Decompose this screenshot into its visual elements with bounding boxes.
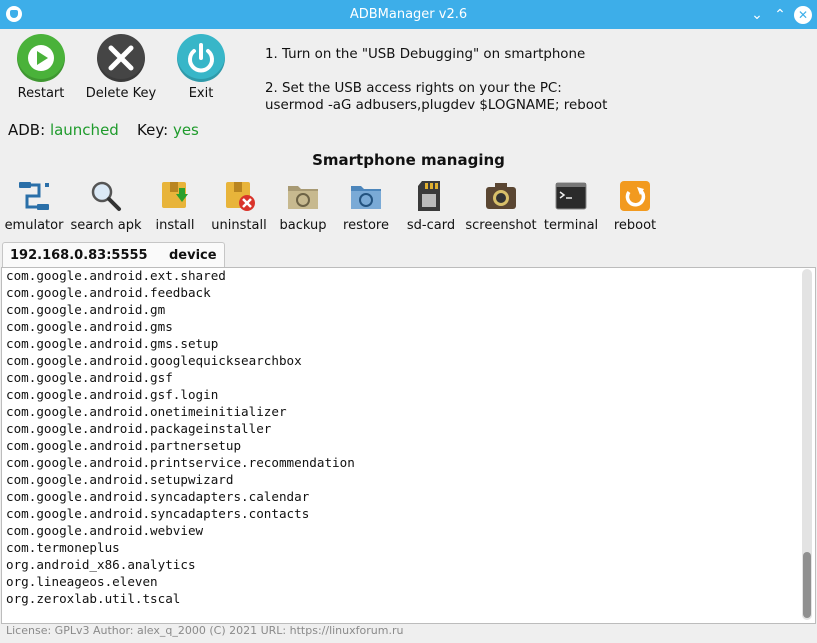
key-value: yes — [172, 121, 199, 139]
uninstall-button[interactable]: uninstall — [206, 180, 272, 236]
list-item[interactable]: com.google.android.syncadapters.contacts — [6, 505, 355, 522]
instruction-step-2: 2. Set the USB access rights on your the… — [265, 81, 562, 96]
reboot-button[interactable]: reboot — [608, 180, 662, 236]
backup-icon — [286, 180, 320, 212]
list-item[interactable]: com.google.android.gms — [6, 318, 355, 335]
restore-icon — [349, 180, 383, 212]
power-icon — [177, 34, 225, 82]
device-state: device — [169, 248, 217, 263]
delete-key-label: Delete Key — [85, 86, 157, 101]
device-address: 192.168.0.83:5555 — [10, 248, 148, 263]
restore-label: restore — [343, 218, 389, 233]
sd-card-label: sd-card — [406, 218, 456, 233]
list-item[interactable]: com.google.android.feedback — [6, 284, 355, 301]
list-item[interactable]: com.google.android.printservice.recommen… — [6, 454, 355, 471]
screenshot-label: screenshot — [465, 218, 537, 233]
restart-label: Restart — [17, 86, 65, 101]
terminal-button[interactable]: terminal — [542, 180, 600, 236]
backup-button[interactable]: backup — [275, 180, 331, 236]
sd-card-icon — [414, 180, 448, 212]
list-item[interactable]: com.google.android.ext.shared — [6, 268, 355, 284]
list-item[interactable]: com.google.android.webview — [6, 522, 355, 539]
list-item[interactable]: com.google.android.gsf.login — [6, 386, 355, 403]
close-window-button[interactable]: ✕ — [794, 6, 812, 24]
window-title: ADBManager v2.6 — [349, 7, 468, 22]
list-item[interactable]: com.google.android.syncadapters.calendar — [6, 488, 355, 505]
section-title: Smartphone managing — [312, 151, 505, 169]
list-item[interactable]: com.google.android.setupwizard — [6, 471, 355, 488]
list-item[interactable]: com.google.android.googlequicksearchbox — [6, 352, 355, 369]
device-tab[interactable]: 192.168.0.83:5555 device — [2, 242, 225, 269]
install-icon — [158, 180, 192, 212]
minimize-button[interactable]: ⌄ — [748, 6, 766, 24]
screenshot-button[interactable]: screenshot — [464, 180, 538, 236]
instruction-step-1: 1. Turn on the "USB Debugging" on smartp… — [265, 47, 586, 62]
list-item[interactable]: com.google.android.gm — [6, 301, 355, 318]
terminal-label: terminal — [543, 218, 599, 233]
package-list[interactable]: com.google.android.ext.shared com.google.… — [1, 267, 816, 624]
backup-label: backup — [279, 218, 327, 233]
key-label: Key: — [137, 121, 169, 139]
search-apk-button[interactable]: search apk — [68, 180, 144, 236]
list-item[interactable]: org.lineageos.eleven — [6, 573, 355, 590]
uninstall-icon — [222, 180, 256, 212]
key-status: Key: yes — [137, 121, 199, 139]
reboot-label: reboot — [613, 218, 657, 233]
list-item[interactable]: com.termoneplus — [6, 539, 355, 556]
adb-value: launched — [49, 121, 119, 139]
maximize-button[interactable]: ⌃ — [771, 6, 789, 24]
list-item[interactable]: com.google.android.onetimeinitializer — [6, 403, 355, 420]
emulator-label: emulator — [4, 218, 64, 233]
restart-button[interactable]: Restart — [1, 34, 81, 104]
restore-button[interactable]: restore — [338, 180, 394, 236]
adb-label: ADB: — [8, 121, 46, 139]
scrollbar-thumb[interactable] — [803, 552, 811, 618]
list-item[interactable]: org.android_x86.analytics — [6, 556, 355, 573]
install-label: install — [155, 218, 195, 233]
close-icon — [97, 34, 145, 82]
emulator-button[interactable]: emulator — [0, 180, 68, 236]
terminal-icon — [554, 180, 588, 212]
play-icon — [17, 34, 65, 82]
list-item[interactable]: org.zeroxlab.util.tscal — [6, 590, 355, 607]
adb-status: ADB: launched — [8, 121, 119, 139]
search-icon — [89, 180, 123, 212]
camera-icon — [484, 180, 518, 212]
list-item[interactable]: com.google.android.packageinstaller — [6, 420, 355, 437]
emulator-icon — [17, 180, 51, 212]
title-bar: ADBManager v2.6 ⌄ ⌃ ✕ — [0, 0, 817, 29]
package-list-items: com.google.android.ext.shared com.google.… — [6, 268, 355, 607]
search-apk-label: search apk — [70, 218, 142, 233]
sd-card-button[interactable]: sd-card — [404, 180, 458, 236]
uninstall-label: uninstall — [211, 218, 267, 233]
instructions: 1. Turn on the "USB Debugging" on smartp… — [265, 46, 607, 114]
install-button[interactable]: install — [146, 180, 204, 236]
delete-key-button[interactable]: Delete Key — [81, 34, 161, 104]
list-item[interactable]: com.google.android.gms.setup — [6, 335, 355, 352]
list-item[interactable]: com.google.android.partnersetup — [6, 437, 355, 454]
vertical-scrollbar[interactable] — [802, 269, 812, 620]
list-item[interactable]: com.google.android.gsf — [6, 369, 355, 386]
exit-button[interactable]: Exit — [161, 34, 241, 104]
exit-label: Exit — [188, 86, 214, 101]
footer-status: License: GPLv3 Author: alex_q_2000 (C) 2… — [6, 624, 404, 637]
instruction-command: usermod -aG adbusers,plugdev $LOGNAME; r… — [265, 98, 608, 113]
reboot-icon — [618, 180, 652, 212]
